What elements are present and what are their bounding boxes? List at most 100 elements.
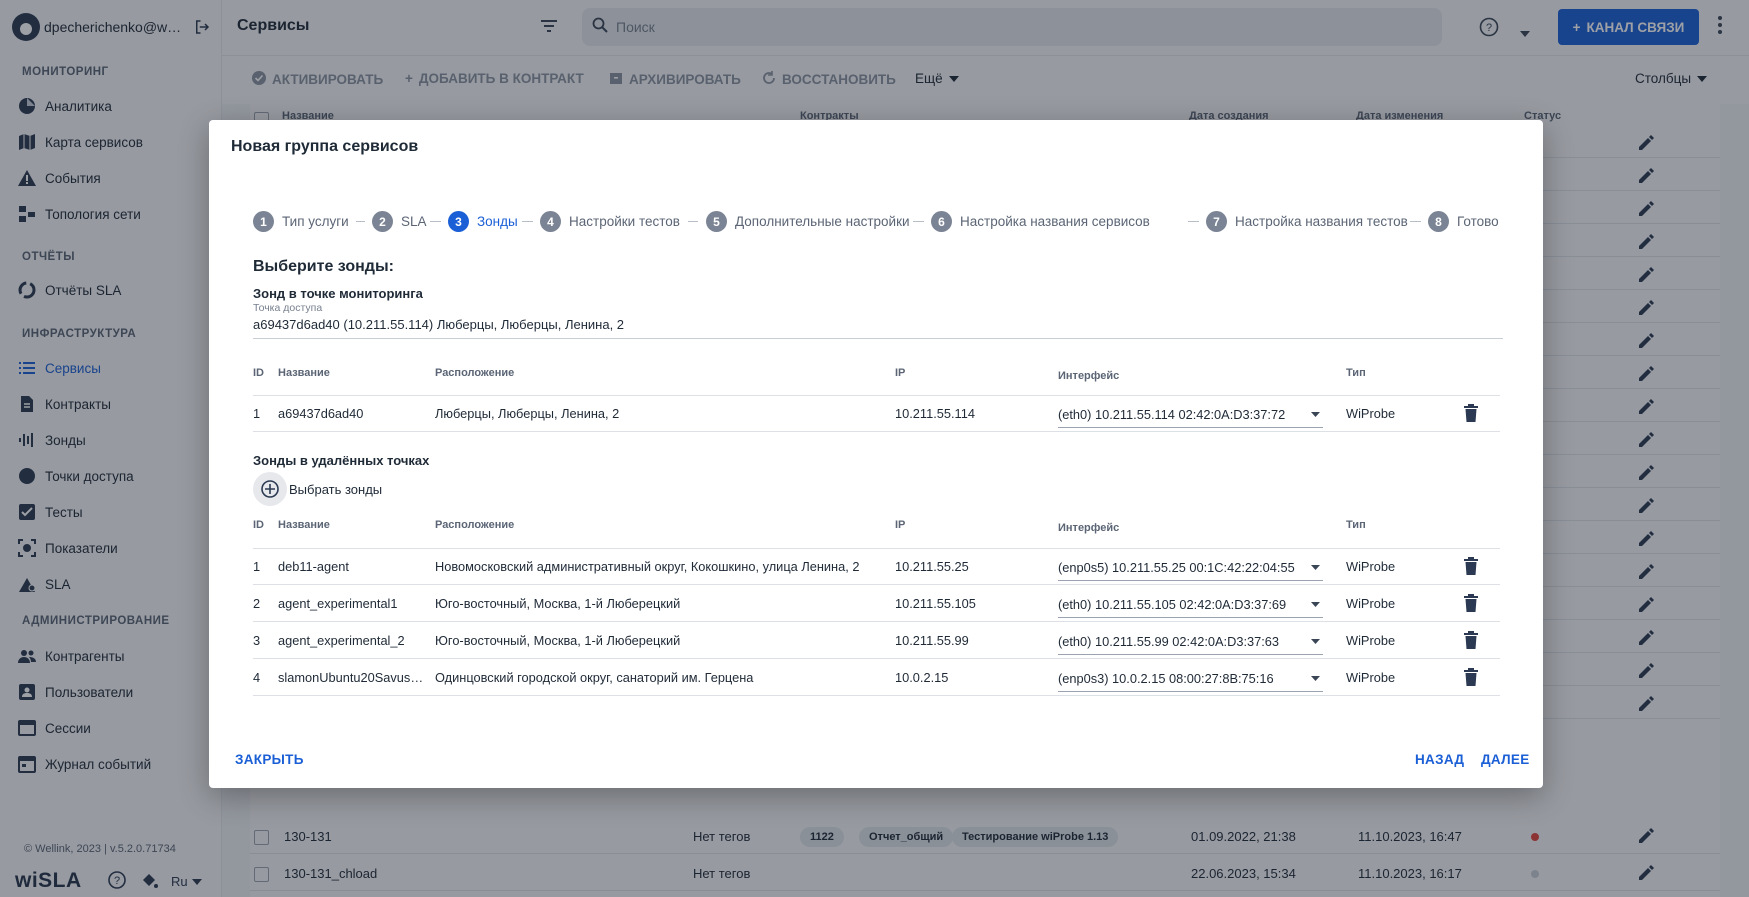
step-number: 2 — [372, 211, 393, 232]
table-row[interactable]: 4 slamonUbuntu20Savushkin Одинцовский го… — [253, 659, 1500, 696]
interface-select[interactable]: (eth0) 10.211.55.99 02:42:0A:D3:37:63 — [1058, 628, 1323, 655]
step-connector — [522, 221, 533, 222]
dropdown-arrow-icon — [1307, 411, 1323, 417]
interface-value: (enp0s3) 10.0.2.15 08:00:27:8B:75:16 — [1058, 670, 1274, 686]
step-label: Зонды — [477, 214, 518, 229]
probe-ip: 10.0.2.15 — [895, 670, 949, 685]
step-3[interactable]: 3 Зонды — [448, 211, 518, 232]
probe-location: Люберцы, Люберцы, Ленина, 2 — [435, 406, 620, 421]
table-row[interactable]: 2 agent_experimental1 Юго-восточный, Мос… — [253, 585, 1500, 622]
dropdown-arrow-icon — [1307, 601, 1323, 607]
delete-icon[interactable] — [1463, 556, 1479, 581]
step-label: Дополнительные настройки — [735, 214, 910, 229]
step-5[interactable]: 5 Дополнительные настройки — [706, 211, 910, 232]
interface-value: (eth0) 10.211.55.114 02:42:0A:D3:37:72 — [1058, 406, 1286, 422]
probe-id: 1 — [253, 559, 261, 574]
delete-icon[interactable] — [1463, 403, 1479, 428]
access-point-field[interactable]: a69437d6ad40 (10.211.55.114) Люберцы, Лю… — [253, 317, 1503, 339]
probe-ip: 10.211.55.99 — [895, 633, 969, 648]
step-2[interactable]: 2 SLA — [372, 211, 427, 232]
col-name: Название — [278, 519, 330, 531]
stepper: 1 Тип услуги 2 SLA 3 Зонды 4 Настройки тесто… — [253, 211, 1543, 233]
probe-type: WiProbe — [1346, 670, 1396, 685]
step-label: Настройка названия тестов — [1235, 214, 1408, 229]
dropdown-arrow-icon — [1307, 675, 1323, 681]
close-button[interactable]: ЗАКРЫТЬ — [235, 752, 304, 767]
step-connector — [1188, 221, 1199, 222]
col-id: ID — [253, 367, 264, 379]
new-service-group-dialog: Новая группа сервисов 1 Тип услуги 2 SLA 3… — [209, 120, 1543, 788]
step-7[interactable]: 7 Настройка названия тестов — [1206, 211, 1408, 232]
delete-icon[interactable] — [1463, 630, 1479, 655]
step-label: Настройка названия сервисов — [960, 214, 1150, 229]
probe-location: Юго-восточный, Москва, 1-й Люберецкий — [435, 596, 681, 611]
probe-ip: 10.211.55.105 — [895, 596, 976, 611]
interface-value: (eth0) 10.211.55.105 02:42:0A:D3:37:69 — [1058, 596, 1287, 612]
probe-location: Юго-восточный, Москва, 1-й Люберецкий — [435, 633, 681, 648]
delete-icon[interactable] — [1463, 593, 1479, 618]
pick-probes-label: Выбрать зонды — [289, 481, 383, 497]
step-8[interactable]: 8 Готово — [1428, 211, 1499, 232]
table-row[interactable]: 3 agent_experimental_2 Юго-восточный, Мо… — [253, 622, 1500, 659]
step-number: 5 — [706, 211, 727, 232]
select-probes-heading: Выберите зонды: — [253, 258, 394, 275]
interface-select[interactable]: (eth0) 10.211.55.114 02:42:0A:D3:37:72 — [1058, 401, 1323, 428]
step-label: Настройки тестов — [569, 214, 680, 229]
step-label: SLA — [401, 214, 427, 229]
probe-name: agent_experimental_2 — [278, 633, 405, 648]
table-row[interactable]: 1 a69437d6ad40 Люберцы, Люберцы, Ленина,… — [253, 395, 1500, 432]
probe-id: 4 — [253, 670, 261, 685]
interface-value: (enp0s5) 10.211.55.25 00:1C:42:22:04:55 — [1058, 559, 1295, 575]
step-connector — [1410, 221, 1421, 222]
probe-location: Новомосковский административный округ, К… — [435, 559, 860, 574]
step-number: 4 — [540, 211, 561, 232]
access-point-label: Точка доступа — [253, 302, 323, 314]
dropdown-arrow-icon — [1307, 638, 1323, 644]
step-connector — [688, 221, 698, 222]
col-type: Тип — [1346, 367, 1366, 379]
probe-location: Одинцовский городской округ, санаторий и… — [435, 670, 754, 685]
interface-select[interactable]: (eth0) 10.211.55.105 02:42:0A:D3:37:69 — [1058, 591, 1323, 618]
col-location: Расположение — [435, 367, 515, 379]
step-4[interactable]: 4 Настройки тестов — [540, 211, 680, 232]
step-6[interactable]: 6 Настройка названия сервисов — [931, 211, 1150, 232]
probe-type: WiProbe — [1346, 596, 1396, 611]
col-name: Название — [278, 367, 330, 379]
dropdown-arrow-icon — [1307, 564, 1323, 570]
probe-ip: 10.211.55.25 — [895, 559, 969, 574]
dialog-title: Новая группа сервисов — [231, 138, 419, 155]
step-1[interactable]: 1 Тип услуги — [253, 211, 349, 232]
interface-select[interactable]: (enp0s5) 10.211.55.25 00:1C:42:22:04:55 — [1058, 554, 1323, 581]
probe-type: WiProbe — [1346, 559, 1396, 574]
step-label: Готово — [1457, 214, 1499, 229]
add-circle-icon — [253, 472, 287, 506]
probe-name: agent_experimental1 — [278, 596, 398, 611]
col-ip: IP — [895, 367, 906, 379]
step-number: 7 — [1206, 211, 1227, 232]
col-interface: Интерфейс — [1058, 522, 1120, 534]
step-connector — [356, 221, 365, 222]
probe-id: 1 — [253, 406, 261, 421]
delete-icon[interactable] — [1463, 667, 1479, 692]
probe-ip: 10.211.55.114 — [895, 406, 975, 421]
table-row[interactable]: 1 deb11-agent Новомосковский администрат… — [253, 548, 1500, 585]
next-button[interactable]: ДАЛЕЕ — [1481, 752, 1530, 767]
step-label: Тип услуги — [282, 214, 349, 229]
col-type: Тип — [1346, 519, 1366, 531]
back-button[interactable]: НАЗАД — [1415, 752, 1464, 767]
local-probe-heading: Зонд в точке мониторинга — [253, 286, 423, 301]
interface-value: (eth0) 10.211.55.99 02:42:0A:D3:37:63 — [1058, 633, 1280, 649]
step-number: 1 — [253, 211, 274, 232]
probe-id: 2 — [253, 596, 261, 611]
probe-name: slamonUbuntu20Savushkin — [278, 670, 426, 685]
interface-select[interactable]: (enp0s3) 10.0.2.15 08:00:27:8B:75:16 — [1058, 665, 1323, 692]
step-number: 8 — [1428, 211, 1449, 232]
pick-probes-button[interactable]: Выбрать зонды — [253, 472, 382, 506]
probe-type: WiProbe — [1346, 406, 1396, 421]
probe-name: deb11-agent — [278, 559, 349, 574]
col-ip: IP — [895, 519, 906, 531]
step-connector — [430, 221, 441, 222]
col-location: Расположение — [435, 519, 515, 531]
probe-id: 3 — [253, 633, 261, 648]
step-number: 3 — [448, 211, 469, 232]
